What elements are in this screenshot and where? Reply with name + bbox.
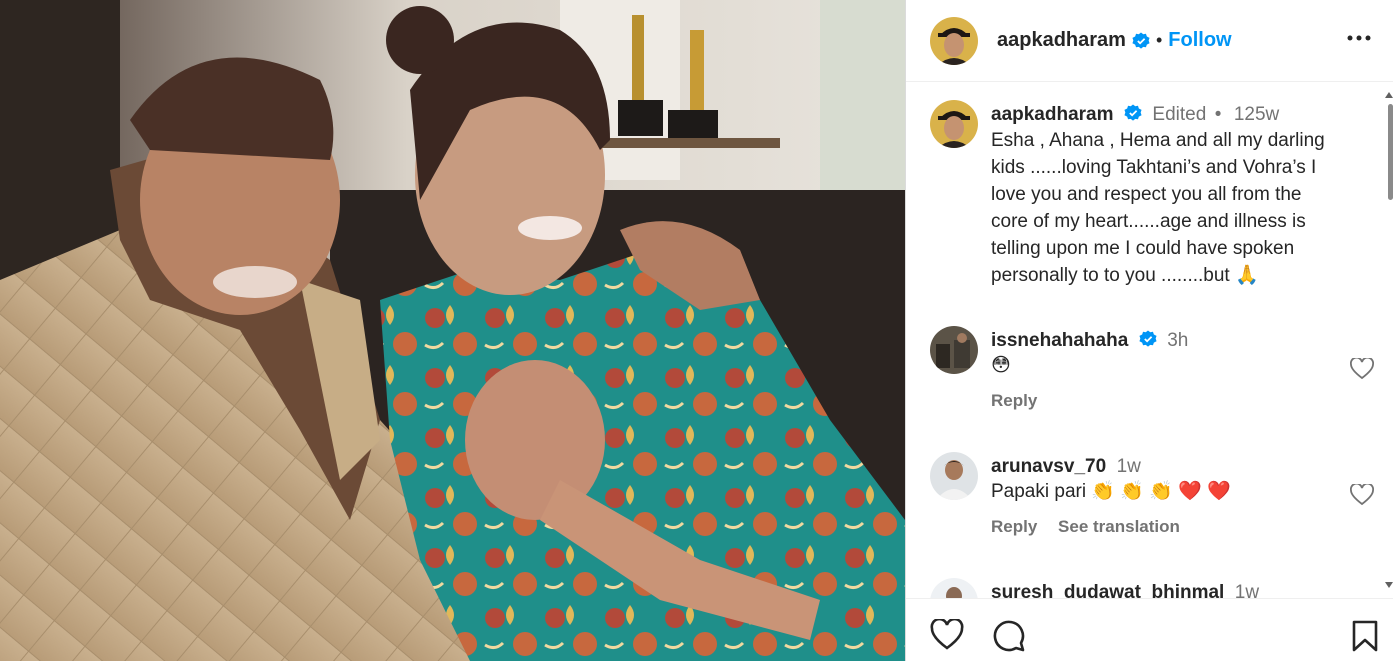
follow-button[interactable]: Follow — [1168, 29, 1231, 52]
like-comment-heart-icon[interactable] — [1350, 358, 1374, 380]
comment-username[interactable]: arunavsv_70 — [991, 456, 1106, 477]
post-panel: aapkadharam • Follow aapkadharam Edited … — [905, 0, 1393, 661]
comment-icon[interactable] — [992, 619, 1026, 653]
verified-badge-icon — [1132, 31, 1150, 49]
caption-line: love you and respect you all from the — [991, 184, 1302, 205]
commenter-avatar[interactable] — [930, 578, 978, 598]
caption-line: core of my heart......age and illness is — [991, 211, 1306, 232]
commenter-avatar[interactable] — [930, 452, 978, 500]
comment-text: Papaki pari 👏 👏 👏 ❤️ ❤️ — [991, 481, 1231, 502]
bookmark-icon[interactable] — [1350, 619, 1380, 653]
author-avatar[interactable] — [930, 16, 978, 65]
caption: aapkadharam Edited • 125w Esha , Ahana ,… — [930, 100, 1360, 310]
post-actions — [906, 598, 1393, 661]
comment-text: 😳 — [991, 355, 1011, 376]
comment-item: arunavsv_70 1w Papaki pari 👏 👏 👏 ❤️ ❤️ R… — [930, 452, 1374, 552]
post-image — [0, 0, 905, 661]
caption-edited-label: Edited — [1152, 104, 1207, 125]
caption-line: Esha , Ahana , Hema and all my darling — [991, 130, 1325, 151]
like-comment-heart-icon[interactable] — [1350, 484, 1374, 506]
scroll-up-arrow[interactable] — [1385, 92, 1393, 98]
post-photo[interactable] — [0, 0, 905, 661]
comment-timestamp[interactable]: 3h — [1167, 330, 1188, 351]
comment-timestamp[interactable]: 1w — [1117, 456, 1141, 477]
reply-button[interactable]: Reply — [991, 391, 1037, 410]
post-header: aapkadharam • Follow — [906, 0, 1393, 82]
header-separator: • — [1155, 30, 1163, 50]
caption-timestamp[interactable]: 125w — [1234, 104, 1279, 125]
commenter-avatar[interactable] — [930, 326, 978, 374]
caption-line: telling upon me I could have spoken — [991, 238, 1295, 259]
author-username[interactable]: aapkadharam — [997, 29, 1126, 52]
comment-item: issnehahahaha 3h 😳 Reply — [930, 326, 1374, 426]
comment-username[interactable]: issnehahahaha — [991, 330, 1128, 351]
caption-text: Esha , Ahana , Hema and all my darling k… — [991, 127, 1371, 289]
comment-username[interactable]: suresh_dudawat_bhinmal — [991, 582, 1224, 598]
comment-item: suresh_dudawat_bhinmal 1w — [930, 578, 1360, 598]
caption-username[interactable]: aapkadharam — [991, 104, 1114, 125]
caption-avatar[interactable] — [930, 100, 978, 148]
heart-icon[interactable] — [930, 619, 964, 651]
verified-badge-icon — [1139, 330, 1157, 347]
caption-line: kids ......loving Takhtani’s and Vohra’s… — [991, 157, 1317, 178]
comments-section[interactable]: aapkadharam Edited • 125w Esha , Ahana ,… — [906, 83, 1393, 598]
comment-timestamp[interactable]: 1w — [1235, 582, 1259, 598]
reply-button[interactable]: Reply — [991, 517, 1037, 536]
caption-line: personally to to you ........but 🙏 — [991, 265, 1259, 286]
scrollbar-thumb[interactable] — [1388, 104, 1393, 200]
verified-badge-icon — [1124, 104, 1142, 121]
see-translation-button[interactable]: See translation — [1058, 517, 1180, 536]
caption-separator: • — [1214, 104, 1222, 125]
scroll-down-arrow[interactable] — [1385, 582, 1393, 588]
more-options-icon[interactable] — [1346, 28, 1372, 48]
